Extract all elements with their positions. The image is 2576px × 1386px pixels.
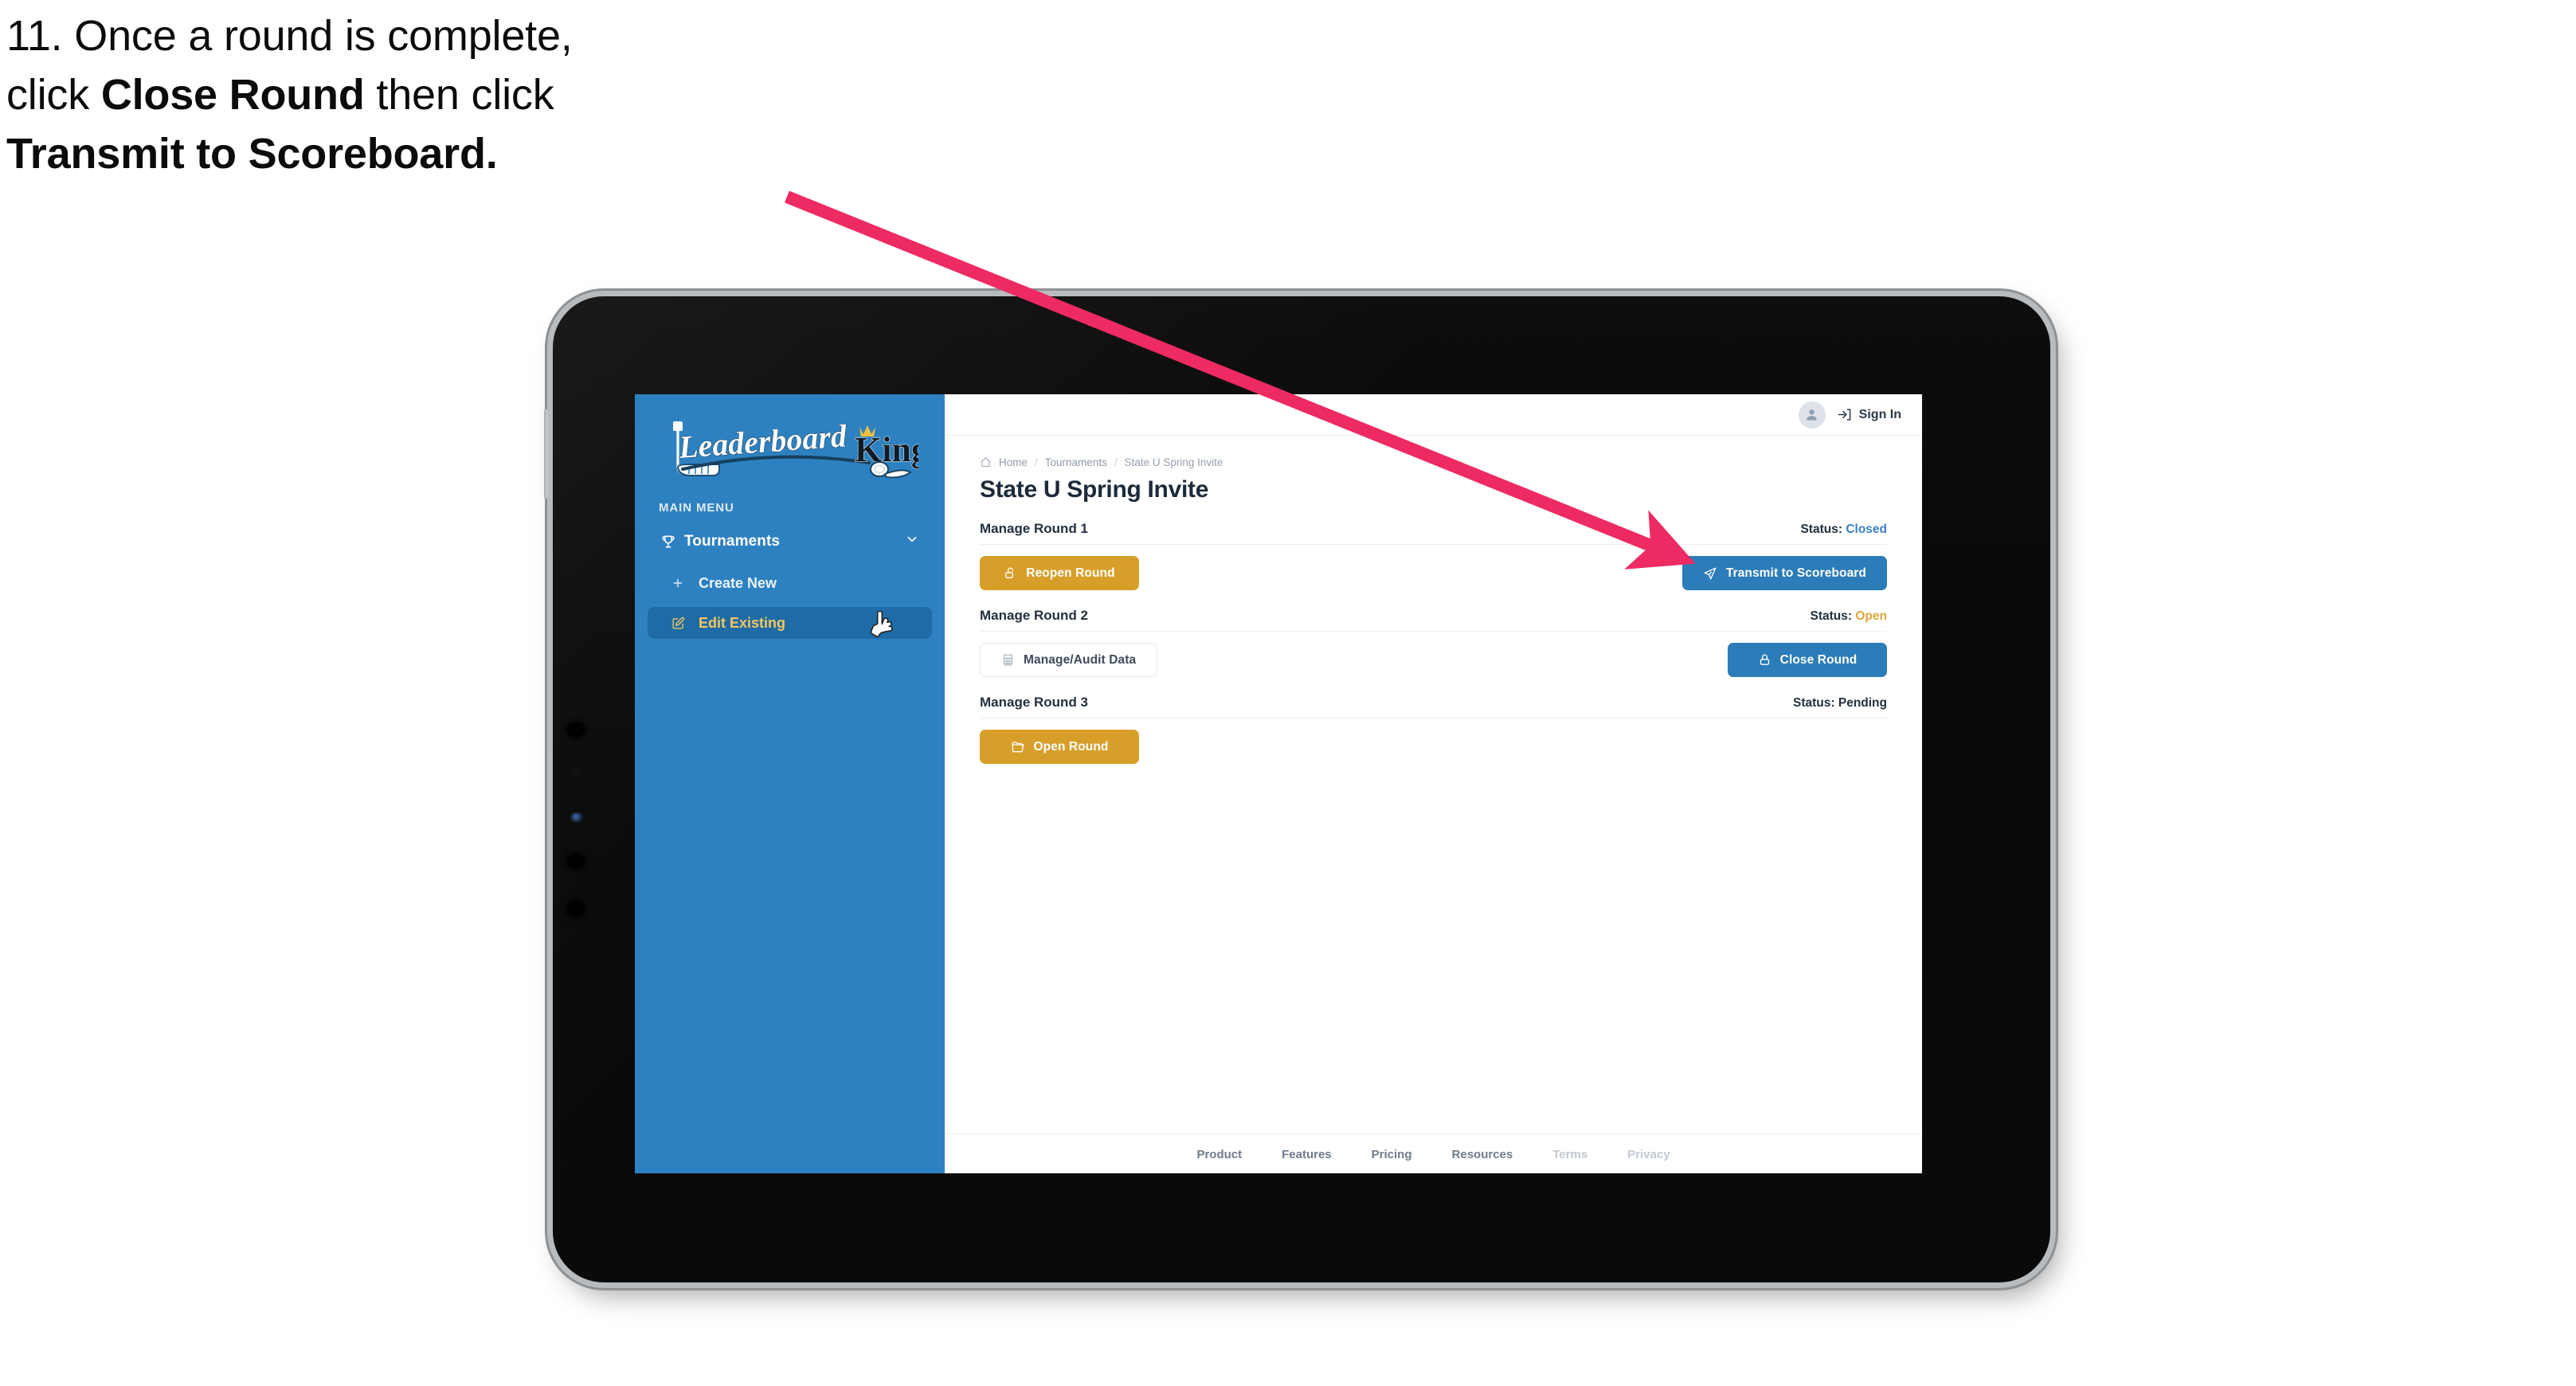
tablet-side-button — [544, 409, 548, 499]
footer-link-terms[interactable]: Terms — [1552, 1148, 1587, 1161]
footer-link-pricing[interactable]: Pricing — [1372, 1148, 1412, 1161]
sidebar-item-create-new[interactable]: Create New — [648, 567, 932, 599]
leaderboard-king-logo-icon: Leaderboard King — [673, 417, 918, 479]
sidebar-item-tournaments[interactable]: Tournaments — [648, 524, 932, 559]
page-root: 11. Once a round is complete, click Clos… — [0, 0, 2576, 1386]
round-header: Manage Round 3 Status: Pending — [980, 695, 1887, 718]
table-grid-icon — [1003, 654, 1013, 666]
round-title: Manage Round 2 — [980, 608, 1089, 623]
button-label: Manage/Audit Data — [1024, 652, 1137, 667]
round-section-2: Manage Round 2 Status: Open Manage/Audit… — [980, 608, 1887, 677]
round-actions: Open Round — [980, 730, 1887, 764]
sign-in-label: Sign In — [1858, 407, 1901, 421]
caption-line-2: click Close Round then click — [6, 73, 843, 116]
caption-line-2-post: then click — [364, 71, 554, 119]
breadcrumb-item-current: State U Spring Invite — [1124, 456, 1223, 468]
chevron-down-icon[interactable] — [905, 532, 919, 551]
status-label: Status: — [1793, 696, 1835, 710]
sidebar-section-label: MAIN MENU — [659, 501, 734, 515]
home-icon[interactable] — [980, 456, 992, 468]
button-label: Reopen Round — [1026, 566, 1115, 580]
footer-link-features[interactable]: Features — [1282, 1148, 1332, 1161]
status-badge: Status: Closed — [1800, 523, 1887, 537]
edit-square-icon — [671, 617, 699, 630]
status-label: Status: — [1800, 523, 1842, 536]
open-round-button[interactable]: Open Round — [980, 730, 1139, 764]
breadcrumb-item-tournaments[interactable]: Tournaments — [1045, 456, 1107, 468]
status-label: Status: — [1810, 609, 1853, 623]
status-value: Open — [1855, 609, 1887, 623]
status-value: Pending — [1838, 696, 1887, 710]
login-arrow-icon — [1838, 409, 1851, 421]
status-badge: Status: Open — [1811, 609, 1887, 624]
tablet-bezel-dot — [567, 902, 585, 916]
footer-link-resources[interactable]: Resources — [1452, 1148, 1513, 1161]
plus-icon — [671, 577, 699, 589]
tablet-bezel-dot — [574, 770, 579, 775]
caption-line-2-bold: Close Round — [100, 71, 365, 119]
tablet-screen: Leaderboard King MAIN MENU — [635, 394, 1922, 1173]
instruction-caption: 11. Once a round is complete, click Clos… — [6, 14, 843, 191]
close-round-button[interactable]: Close Round — [1728, 643, 1887, 677]
tablet-bezel-dot — [567, 722, 585, 737]
sidebar-item-label: Create New — [699, 574, 777, 591]
svg-text:King: King — [855, 430, 918, 469]
trophy-icon — [660, 534, 684, 550]
round-actions: Reopen Round Transmit to Scoreboard — [980, 556, 1887, 590]
breadcrumb-separator: / — [1114, 456, 1118, 468]
round-header: Manage Round 1 Status: Closed — [980, 521, 1887, 545]
sidebar-item-label: Edit Existing — [699, 614, 786, 631]
footer-link-product[interactable]: Product — [1196, 1148, 1242, 1161]
round-header: Manage Round 2 Status: Open — [980, 608, 1887, 632]
content-area: Home / Tournaments / State U Spring Invi… — [945, 436, 1922, 1133]
breadcrumb-separator: / — [1035, 456, 1038, 468]
caption-line-2-pre: click — [6, 71, 101, 119]
tablet-camera-icon — [570, 812, 583, 822]
button-label: Transmit to Scoreboard — [1725, 566, 1866, 580]
app-logo[interactable]: Leaderboard King — [635, 412, 945, 488]
round-section-3: Manage Round 3 Status: Pending Open Roun… — [980, 695, 1887, 764]
folder-open-icon — [1012, 741, 1024, 752]
caption-line-1: 11. Once a round is complete, — [6, 12, 573, 60]
caption-line-3-bold: Transmit to Scoreboard. — [6, 130, 498, 178]
main-panel: Sign In Home / Tournaments / State U Spr… — [945, 394, 1922, 1173]
sidebar-item-edit-existing[interactable]: Edit Existing — [648, 607, 932, 639]
button-label: Close Round — [1779, 652, 1858, 667]
send-plane-icon — [1704, 567, 1717, 579]
breadcrumb: Home / Tournaments / State U Spring Invi… — [980, 456, 1887, 468]
transmit-to-scoreboard-button[interactable]: Transmit to Scoreboard — [1681, 556, 1887, 590]
caption-line-3: Transmit to Scoreboard. — [6, 132, 843, 175]
status-badge: Status: Pending — [1793, 696, 1887, 711]
tablet-bezel-dot — [567, 854, 585, 868]
top-bar: Sign In — [945, 394, 1922, 436]
sidebar: Leaderboard King MAIN MENU — [635, 394, 945, 1173]
round-actions: Manage/Audit Data Close Round — [980, 643, 1887, 677]
round-title: Manage Round 3 — [980, 695, 1089, 710]
avatar[interactable] — [1798, 401, 1826, 429]
status-value: Closed — [1846, 523, 1887, 536]
sign-in-button[interactable]: Sign In — [1837, 407, 1901, 422]
reopen-round-button[interactable]: Reopen Round — [980, 556, 1139, 590]
round-section-1: Manage Round 1 Status: Closed Reopen Rou… — [980, 521, 1887, 590]
breadcrumb-item-home[interactable]: Home — [999, 456, 1028, 468]
footer-link-privacy[interactable]: Privacy — [1627, 1148, 1670, 1161]
button-label: Open Round — [1033, 739, 1109, 754]
page-title: State U Spring Invite — [980, 476, 1209, 503]
sidebar-item-label: Tournaments — [684, 533, 781, 550]
manage-audit-data-button[interactable]: Manage/Audit Data — [980, 643, 1158, 677]
lock-icon — [1760, 654, 1769, 665]
footer: Product Features Pricing Resources Terms… — [945, 1133, 1922, 1173]
unlock-icon — [1005, 567, 1014, 578]
round-title: Manage Round 1 — [980, 521, 1089, 536]
user-avatar-icon — [1807, 409, 1818, 421]
